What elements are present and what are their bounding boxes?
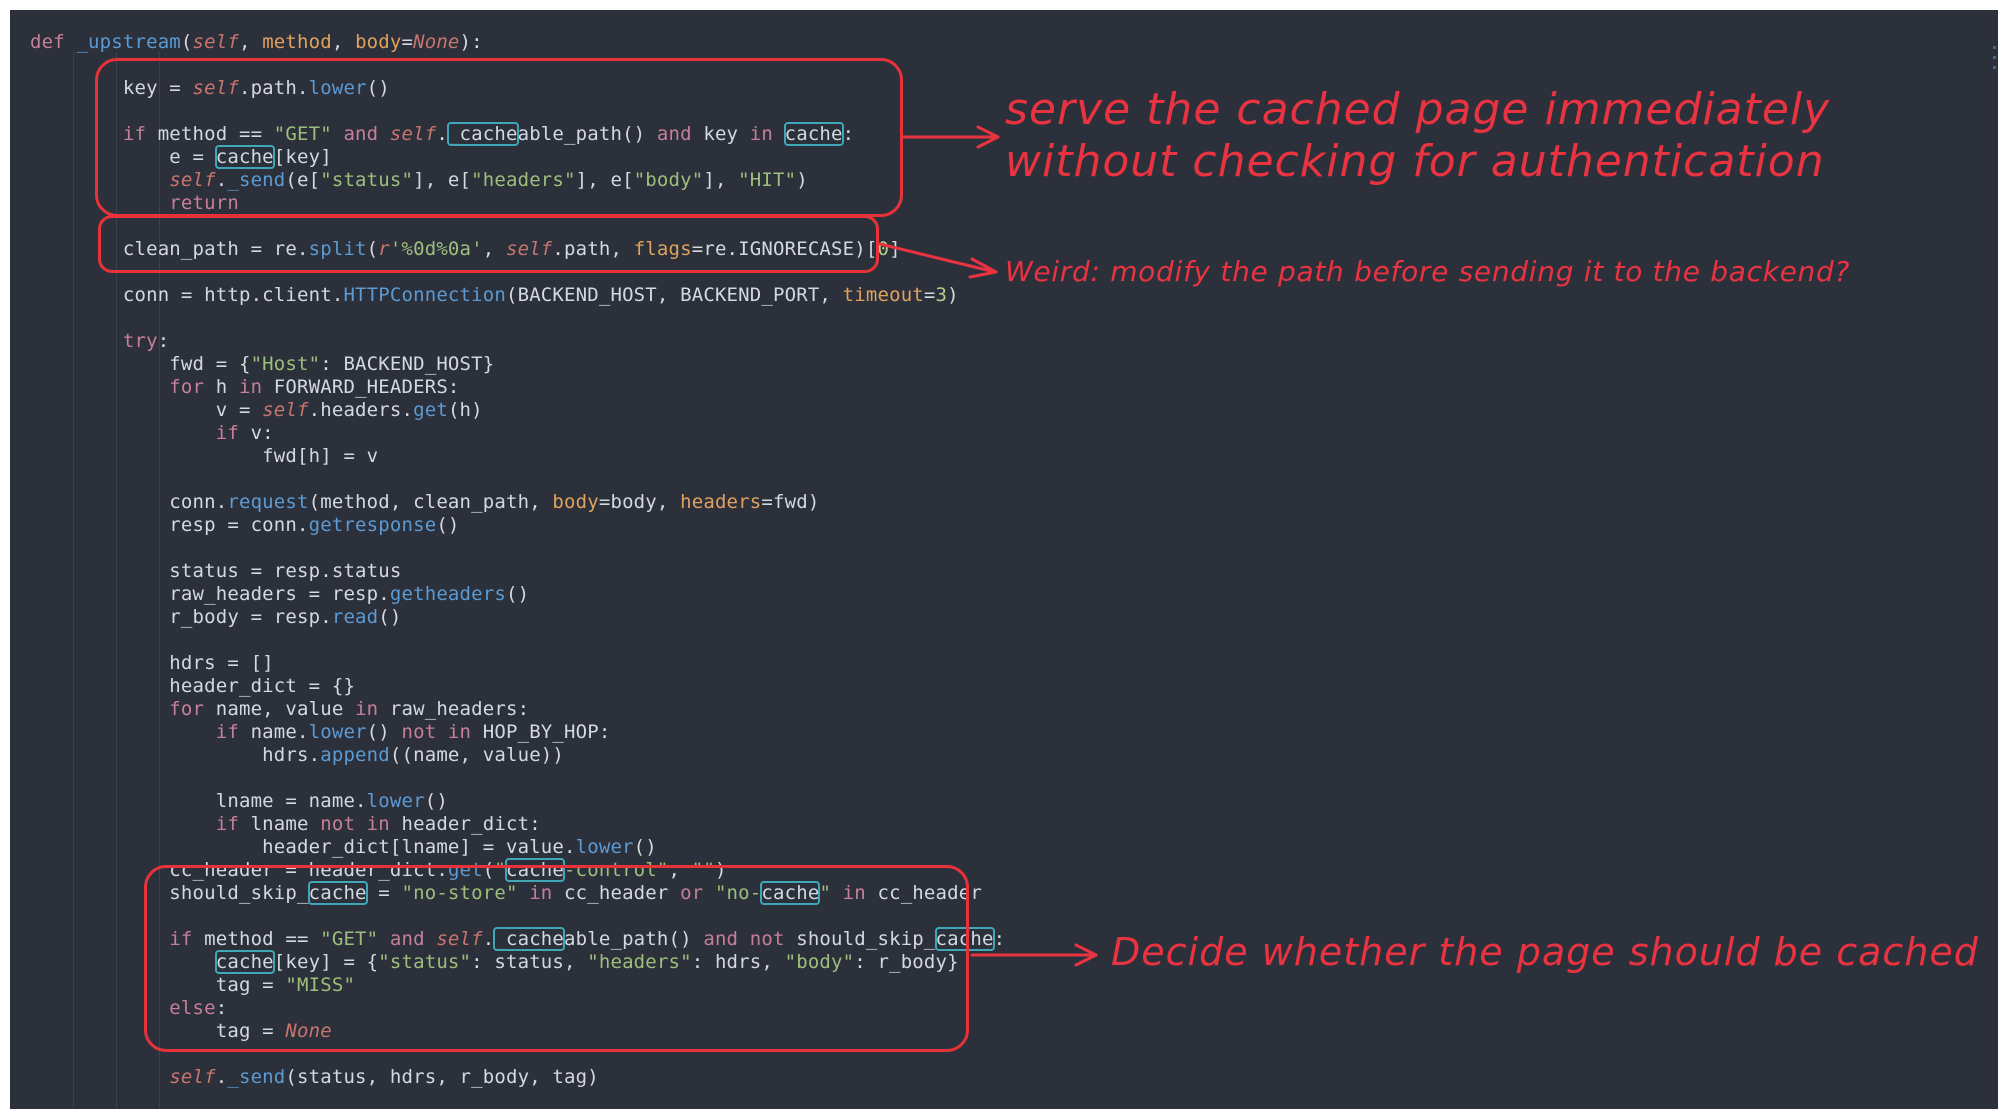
arrow-to-cache-note [970, 943, 1098, 967]
annotation-cache-decision: Decide whether the page should be cached [1111, 930, 1979, 974]
annotation-auth-line2: without checking for authentication [1005, 136, 1825, 187]
annotation-auth-line1: serve the cached page immediately [1005, 84, 1831, 135]
annotation-path-note: Weird: modify the path before sending it… [1005, 255, 1851, 288]
arrow-to-path-note [878, 242, 998, 279]
arrow-to-auth-note [901, 125, 1000, 149]
